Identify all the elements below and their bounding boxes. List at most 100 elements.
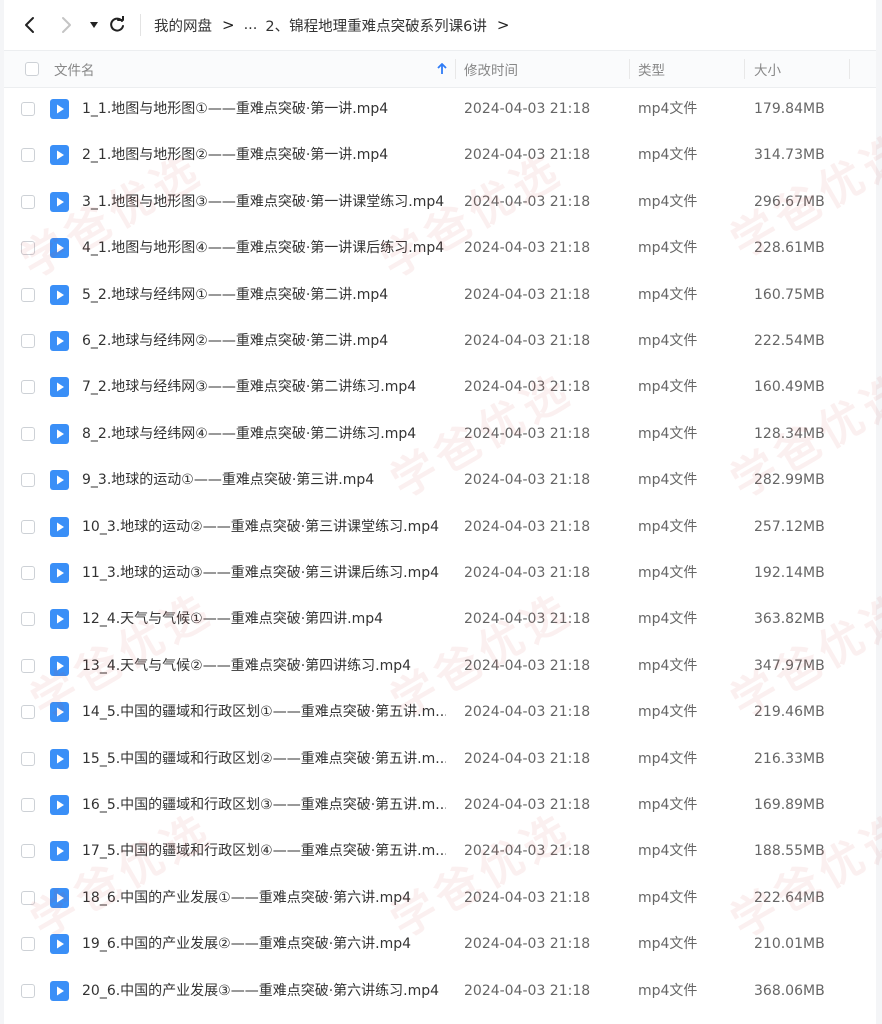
- breadcrumb-separator-icon[interactable]: >: [497, 16, 510, 34]
- file-modified: 2024-04-03 21:18: [464, 982, 591, 999]
- file-name[interactable]: 3_1.地图与地形图③——重难点突破·第一讲课堂练习.mp4: [82, 179, 446, 225]
- sort-ascending-icon[interactable]: [437, 51, 447, 87]
- row-checkbox[interactable]: [21, 102, 35, 116]
- file-row[interactable]: 9_3.地球的运动①——重难点突破·第三讲.mp4 2024-04-03 21:1…: [4, 457, 876, 503]
- file-name[interactable]: 18_6.中国的产业发展①——重难点突破·第六讲.mp4: [82, 875, 446, 921]
- file-row[interactable]: 12_4.天气与气候①——重难点突破·第四讲.mp4 2024-04-03 21:…: [4, 596, 876, 642]
- file-size: 128.34MB: [754, 425, 825, 442]
- toolbar-divider: [140, 14, 141, 36]
- column-header-size[interactable]: 大小: [754, 51, 781, 87]
- file-name[interactable]: 10_3.地球的运动②——重难点突破·第三讲课堂练习.mp4: [82, 504, 446, 550]
- file-row[interactable]: 10_3.地球的运动②——重难点突破·第三讲课堂练习.mp4 2024-04-03…: [4, 504, 876, 550]
- history-dropdown-icon[interactable]: [82, 13, 106, 37]
- row-checkbox[interactable]: [21, 241, 35, 256]
- row-checkbox[interactable]: [21, 194, 35, 209]
- file-name[interactable]: 16_5.中国的疆域和行政区划③——重难点突破·第五讲.m...: [82, 782, 446, 828]
- file-type: mp4文件: [638, 936, 698, 953]
- video-file-icon: [50, 145, 69, 166]
- row-checkbox[interactable]: [21, 148, 35, 163]
- row-checkbox[interactable]: [21, 983, 35, 998]
- file-row[interactable]: 19_6.中国的产业发展②——重难点突破·第六讲.mp4 2024-04-03 2…: [4, 921, 876, 967]
- row-checkbox[interactable]: [21, 334, 35, 348]
- file-name[interactable]: 2_1.地图与地形图②——重难点突破·第一讲.mp4: [82, 132, 446, 178]
- file-row[interactable]: 14_5.中国的疆域和行政区划①——重难点突破·第五讲.m... 2024-04-…: [4, 689, 876, 735]
- file-type: mp4文件: [638, 101, 698, 117]
- breadcrumb-current[interactable]: 2、锦程地理重难点突破系列课6讲: [265, 15, 486, 36]
- row-checkbox[interactable]: [21, 705, 35, 720]
- file-row[interactable]: 16_5.中国的疆域和行政区划③——重难点突破·第五讲.m... 2024-04-…: [4, 782, 876, 828]
- file-name[interactable]: 15_5.中国的疆域和行政区划②——重难点突破·第五讲.m...: [82, 736, 446, 782]
- column-divider[interactable]: [455, 59, 456, 79]
- row-checkbox[interactable]: [21, 612, 35, 627]
- file-row[interactable]: 3_1.地图与地形图③——重难点突破·第一讲课堂练习.mp4 2024-04-03…: [4, 179, 876, 225]
- file-type: mp4文件: [638, 565, 698, 581]
- file-row[interactable]: 6_2.地球与经纬网②——重难点突破·第二讲.mp4 2024-04-03 21:…: [4, 318, 876, 364]
- file-name[interactable]: 9_3.地球的运动①——重难点突破·第三讲.mp4: [82, 457, 446, 503]
- row-checkbox[interactable]: [21, 844, 35, 859]
- file-row[interactable]: 7_2.地球与经纬网③——重难点突破·第二讲练习.mp4 2024-04-03 2…: [4, 364, 876, 410]
- file-list-header: 文件名 修改时间 类型 大小: [4, 50, 876, 88]
- row-checkbox[interactable]: [21, 566, 35, 580]
- file-modified: 2024-04-03 21:18: [464, 565, 591, 581]
- row-checkbox[interactable]: [21, 426, 35, 441]
- forward-icon[interactable]: [54, 13, 78, 37]
- row-checkbox[interactable]: [21, 380, 35, 395]
- file-modified: 2024-04-03 21:18: [464, 657, 591, 674]
- column-header-type[interactable]: 类型: [638, 51, 665, 87]
- row-checkbox[interactable]: [21, 287, 35, 302]
- file-row[interactable]: 1_1.地图与地形图①——重难点突破·第一讲.mp4 2024-04-03 21:…: [4, 86, 876, 132]
- file-type: mp4文件: [638, 797, 698, 813]
- row-checkbox[interactable]: [21, 751, 35, 766]
- file-name[interactable]: 17_5.中国的疆域和行政区划④——重难点突破·第五讲.m...: [82, 828, 446, 874]
- back-icon[interactable]: [18, 13, 42, 37]
- breadcrumb-root[interactable]: 我的网盘: [154, 15, 212, 36]
- video-file-icon: [50, 655, 69, 676]
- file-name[interactable]: 14_5.中国的疆域和行政区划①——重难点突破·第五讲.m...: [82, 689, 446, 735]
- file-name[interactable]: 12_4.天气与气候①——重难点突破·第四讲.mp4: [82, 596, 446, 642]
- file-size: 216.33MB: [754, 750, 825, 767]
- file-name[interactable]: 13_4.天气与气候②——重难点突破·第四讲练习.mp4: [82, 643, 446, 689]
- file-row[interactable]: 20_6.中国的产业发展③——重难点突破·第六讲练习.mp4 2024-04-03…: [4, 968, 876, 1014]
- row-checkbox[interactable]: [21, 937, 35, 952]
- column-header-name[interactable]: 文件名: [54, 51, 95, 87]
- file-row[interactable]: 11_3.地球的运动③——重难点突破·第三讲课后练习.mp4 2024-04-03…: [4, 550, 876, 596]
- video-file-icon: [50, 887, 69, 908]
- column-header-modified[interactable]: 修改时间: [464, 51, 518, 87]
- video-file-icon: [50, 934, 69, 955]
- file-row[interactable]: 15_5.中国的疆域和行政区划②——重难点突破·第五讲.m... 2024-04-…: [4, 736, 876, 782]
- row-checkbox[interactable]: [21, 519, 35, 534]
- file-modified: 2024-04-03 21:18: [464, 889, 591, 906]
- file-row[interactable]: 17_5.中国的疆域和行政区划④——重难点突破·第五讲.m... 2024-04-…: [4, 828, 876, 874]
- file-type: mp4文件: [638, 982, 698, 999]
- file-row[interactable]: 8_2.地球与经纬网④——重难点突破·第二讲练习.mp4 2024-04-03 2…: [4, 411, 876, 457]
- file-modified: 2024-04-03 21:18: [464, 425, 591, 442]
- file-name[interactable]: 5_2.地球与经纬网①——重难点突破·第二讲.mp4: [82, 272, 446, 318]
- file-name[interactable]: 1_1.地图与地形图①——重难点突破·第一讲.mp4: [82, 86, 446, 132]
- video-file-icon: [50, 238, 69, 259]
- row-checkbox[interactable]: [21, 890, 35, 905]
- file-type: mp4文件: [638, 843, 698, 860]
- video-file-icon: [50, 609, 69, 630]
- file-row[interactable]: 13_4.天气与气候②——重难点突破·第四讲练习.mp4 2024-04-03 2…: [4, 643, 876, 689]
- row-checkbox[interactable]: [21, 658, 35, 673]
- file-name[interactable]: 7_2.地球与经纬网③——重难点突破·第二讲练习.mp4: [82, 364, 446, 410]
- file-row[interactable]: 5_2.地球与经纬网①——重难点突破·第二讲.mp4 2024-04-03 21:…: [4, 272, 876, 318]
- file-size: 282.99MB: [754, 472, 825, 489]
- file-row[interactable]: 2_1.地图与地形图②——重难点突破·第一讲.mp4 2024-04-03 21:…: [4, 132, 876, 178]
- row-checkbox[interactable]: [21, 798, 35, 812]
- refresh-icon[interactable]: [105, 13, 129, 37]
- select-all-checkbox[interactable]: [25, 51, 39, 87]
- file-name[interactable]: 4_1.地图与地形图④——重难点突破·第一讲课后练习.mp4: [82, 225, 446, 271]
- column-divider[interactable]: [629, 59, 630, 79]
- file-name[interactable]: 19_6.中国的产业发展②——重难点突破·第六讲.mp4: [82, 921, 446, 967]
- file-name[interactable]: 8_2.地球与经纬网④——重难点突破·第二讲练习.mp4: [82, 411, 446, 457]
- file-name[interactable]: 6_2.地球与经纬网②——重难点突破·第二讲.mp4: [82, 318, 446, 364]
- file-row[interactable]: 4_1.地图与地形图④——重难点突破·第一讲课后练习.mp4 2024-04-03…: [4, 225, 876, 271]
- row-checkbox[interactable]: [21, 473, 35, 488]
- file-row[interactable]: 18_6.中国的产业发展①——重难点突破·第六讲.mp4 2024-04-03 2…: [4, 875, 876, 921]
- column-divider[interactable]: [744, 59, 745, 79]
- column-divider[interactable]: [849, 59, 850, 79]
- breadcrumb-ellipsis[interactable]: ...: [244, 17, 258, 33]
- file-name[interactable]: 20_6.中国的产业发展③——重难点突破·第六讲练习.mp4: [82, 968, 446, 1014]
- file-name[interactable]: 11_3.地球的运动③——重难点突破·第三讲课后练习.mp4: [82, 550, 446, 596]
